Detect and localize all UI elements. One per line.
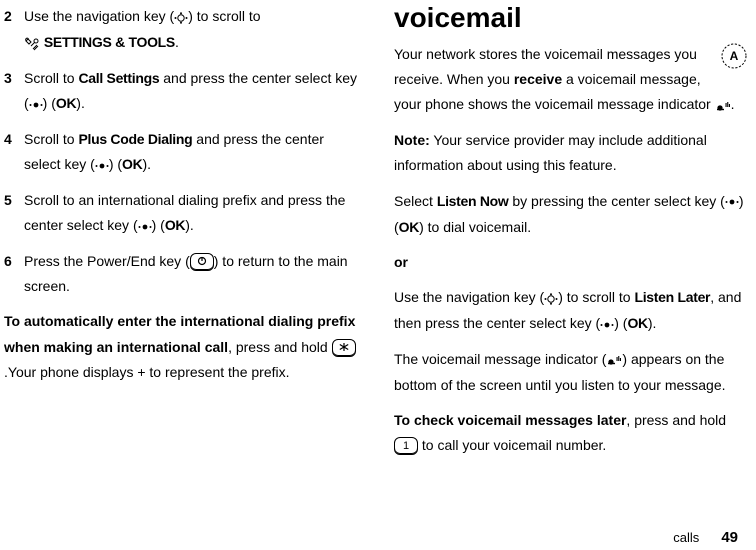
indicator-paragraph: The voicemail message indicator () appea… [394, 347, 748, 398]
step-6: 6 Press the Power/End key () to return t… [4, 249, 358, 299]
network-feature-icon: A [720, 42, 748, 78]
or-label: or [394, 250, 748, 275]
power-end-key-icon [190, 253, 214, 271]
step-number: 2 [4, 4, 24, 56]
check-later-paragraph: To check voicemail messages later, press… [394, 408, 748, 458]
ok-label: OK [56, 95, 76, 111]
step-number: 4 [4, 127, 24, 178]
bold-receive: receive [514, 71, 562, 87]
settings-tools-icon [24, 31, 40, 56]
international-prefix-paragraph: To automatically enter the international… [4, 309, 358, 385]
step-number: 5 [4, 188, 24, 239]
or-text: or [394, 254, 408, 270]
note-label: Note: [394, 132, 430, 148]
voicemail-indicator-icon [606, 347, 622, 372]
ok-label: OK [165, 217, 185, 233]
text: by pressing the center select key ( [508, 193, 724, 209]
text: ). [185, 217, 194, 233]
text: . [175, 34, 179, 50]
center-select-key-icon [95, 153, 109, 178]
star-key-icon [332, 339, 356, 357]
step-body: Press the Power/End key () to return to … [24, 249, 358, 299]
text: The voicemail message indicator ( [394, 351, 606, 367]
center-select-key-icon [600, 312, 614, 337]
text: ). [142, 156, 151, 172]
step-4: 4 Scroll to Plus Code Dialing and press … [4, 127, 358, 178]
voicemail-intro-paragraph: Your network stores the voicemail messag… [394, 42, 748, 118]
center-select-key-icon [138, 214, 152, 239]
section-title: voicemail [394, 4, 748, 32]
text: ) to dial voicemail. [419, 219, 531, 235]
navigation-key-icon [544, 286, 558, 311]
ok-label: OK [399, 219, 419, 235]
text: Use the navigation key ( [394, 289, 544, 305]
text: to call your voicemail number. [418, 437, 606, 453]
call-settings-label: Call Settings [78, 70, 159, 86]
text: ). [76, 95, 85, 111]
step-body: Use the navigation key ( ) to scroll to S… [24, 4, 358, 56]
step-number: 3 [4, 66, 24, 117]
bold-lead: To check voicemail messages later [394, 412, 626, 428]
right-column: voicemail A Your network stores the voic… [376, 4, 748, 550]
navigation-key-icon [174, 5, 188, 30]
plus-code-dialing-label: Plus Code Dialing [78, 131, 192, 147]
text: Select [394, 193, 437, 209]
step-5: 5 Scroll to an international dialing pre… [4, 188, 358, 239]
text: , press and hold [228, 339, 332, 355]
left-column: 2 Use the navigation key ( ) to scroll to… [4, 4, 376, 550]
step-body: Scroll to an international dialing prefi… [24, 188, 358, 239]
voicemail-indicator-icon [715, 93, 731, 118]
step-3: 3 Scroll to Call Settings and press the … [4, 66, 358, 117]
svg-text:A: A [730, 49, 739, 63]
note-paragraph: Note: Your service provider may include … [394, 128, 748, 178]
text: Press the Power/End key ( [24, 253, 190, 269]
text: ). [648, 315, 657, 331]
center-select-key-icon [725, 189, 739, 214]
ok-label: OK [122, 156, 142, 172]
text: . [731, 96, 735, 112]
text: , press and hold [626, 412, 726, 428]
listen-now-label: Listen Now [437, 193, 509, 209]
center-select-key-icon [29, 92, 43, 117]
page-number: 49 [721, 529, 738, 546]
text: Your service provider may include additi… [394, 132, 707, 173]
listen-later-label: Listen Later [634, 289, 710, 305]
text: ) to scroll to [558, 289, 634, 305]
one-key-icon: 1 [394, 437, 418, 455]
step-body: Scroll to Plus Code Dialing and press th… [24, 127, 358, 178]
listen-now-paragraph: Select Listen Now by pressing the center… [394, 189, 748, 240]
settings-tools-label: SETTINGS & TOOLS [44, 34, 175, 50]
text: Use the navigation key ( [24, 8, 174, 24]
page: 2 Use the navigation key ( ) to scroll to… [0, 0, 756, 550]
text: ) to scroll to [188, 8, 260, 24]
step-body: Scroll to Call Settings and press the ce… [24, 66, 358, 117]
listen-later-paragraph: Use the navigation key ( ) to scroll to L… [394, 285, 748, 337]
page-footer: calls 49 [673, 529, 738, 546]
text: .Your phone displays + to represent the … [4, 364, 290, 380]
ok-label: OK [627, 315, 647, 331]
step-2: 2 Use the navigation key ( ) to scroll to… [4, 4, 358, 56]
text: Scroll to [24, 70, 78, 86]
step-number: 6 [4, 249, 24, 299]
footer-label: calls [673, 530, 699, 545]
text: Scroll to [24, 131, 78, 147]
